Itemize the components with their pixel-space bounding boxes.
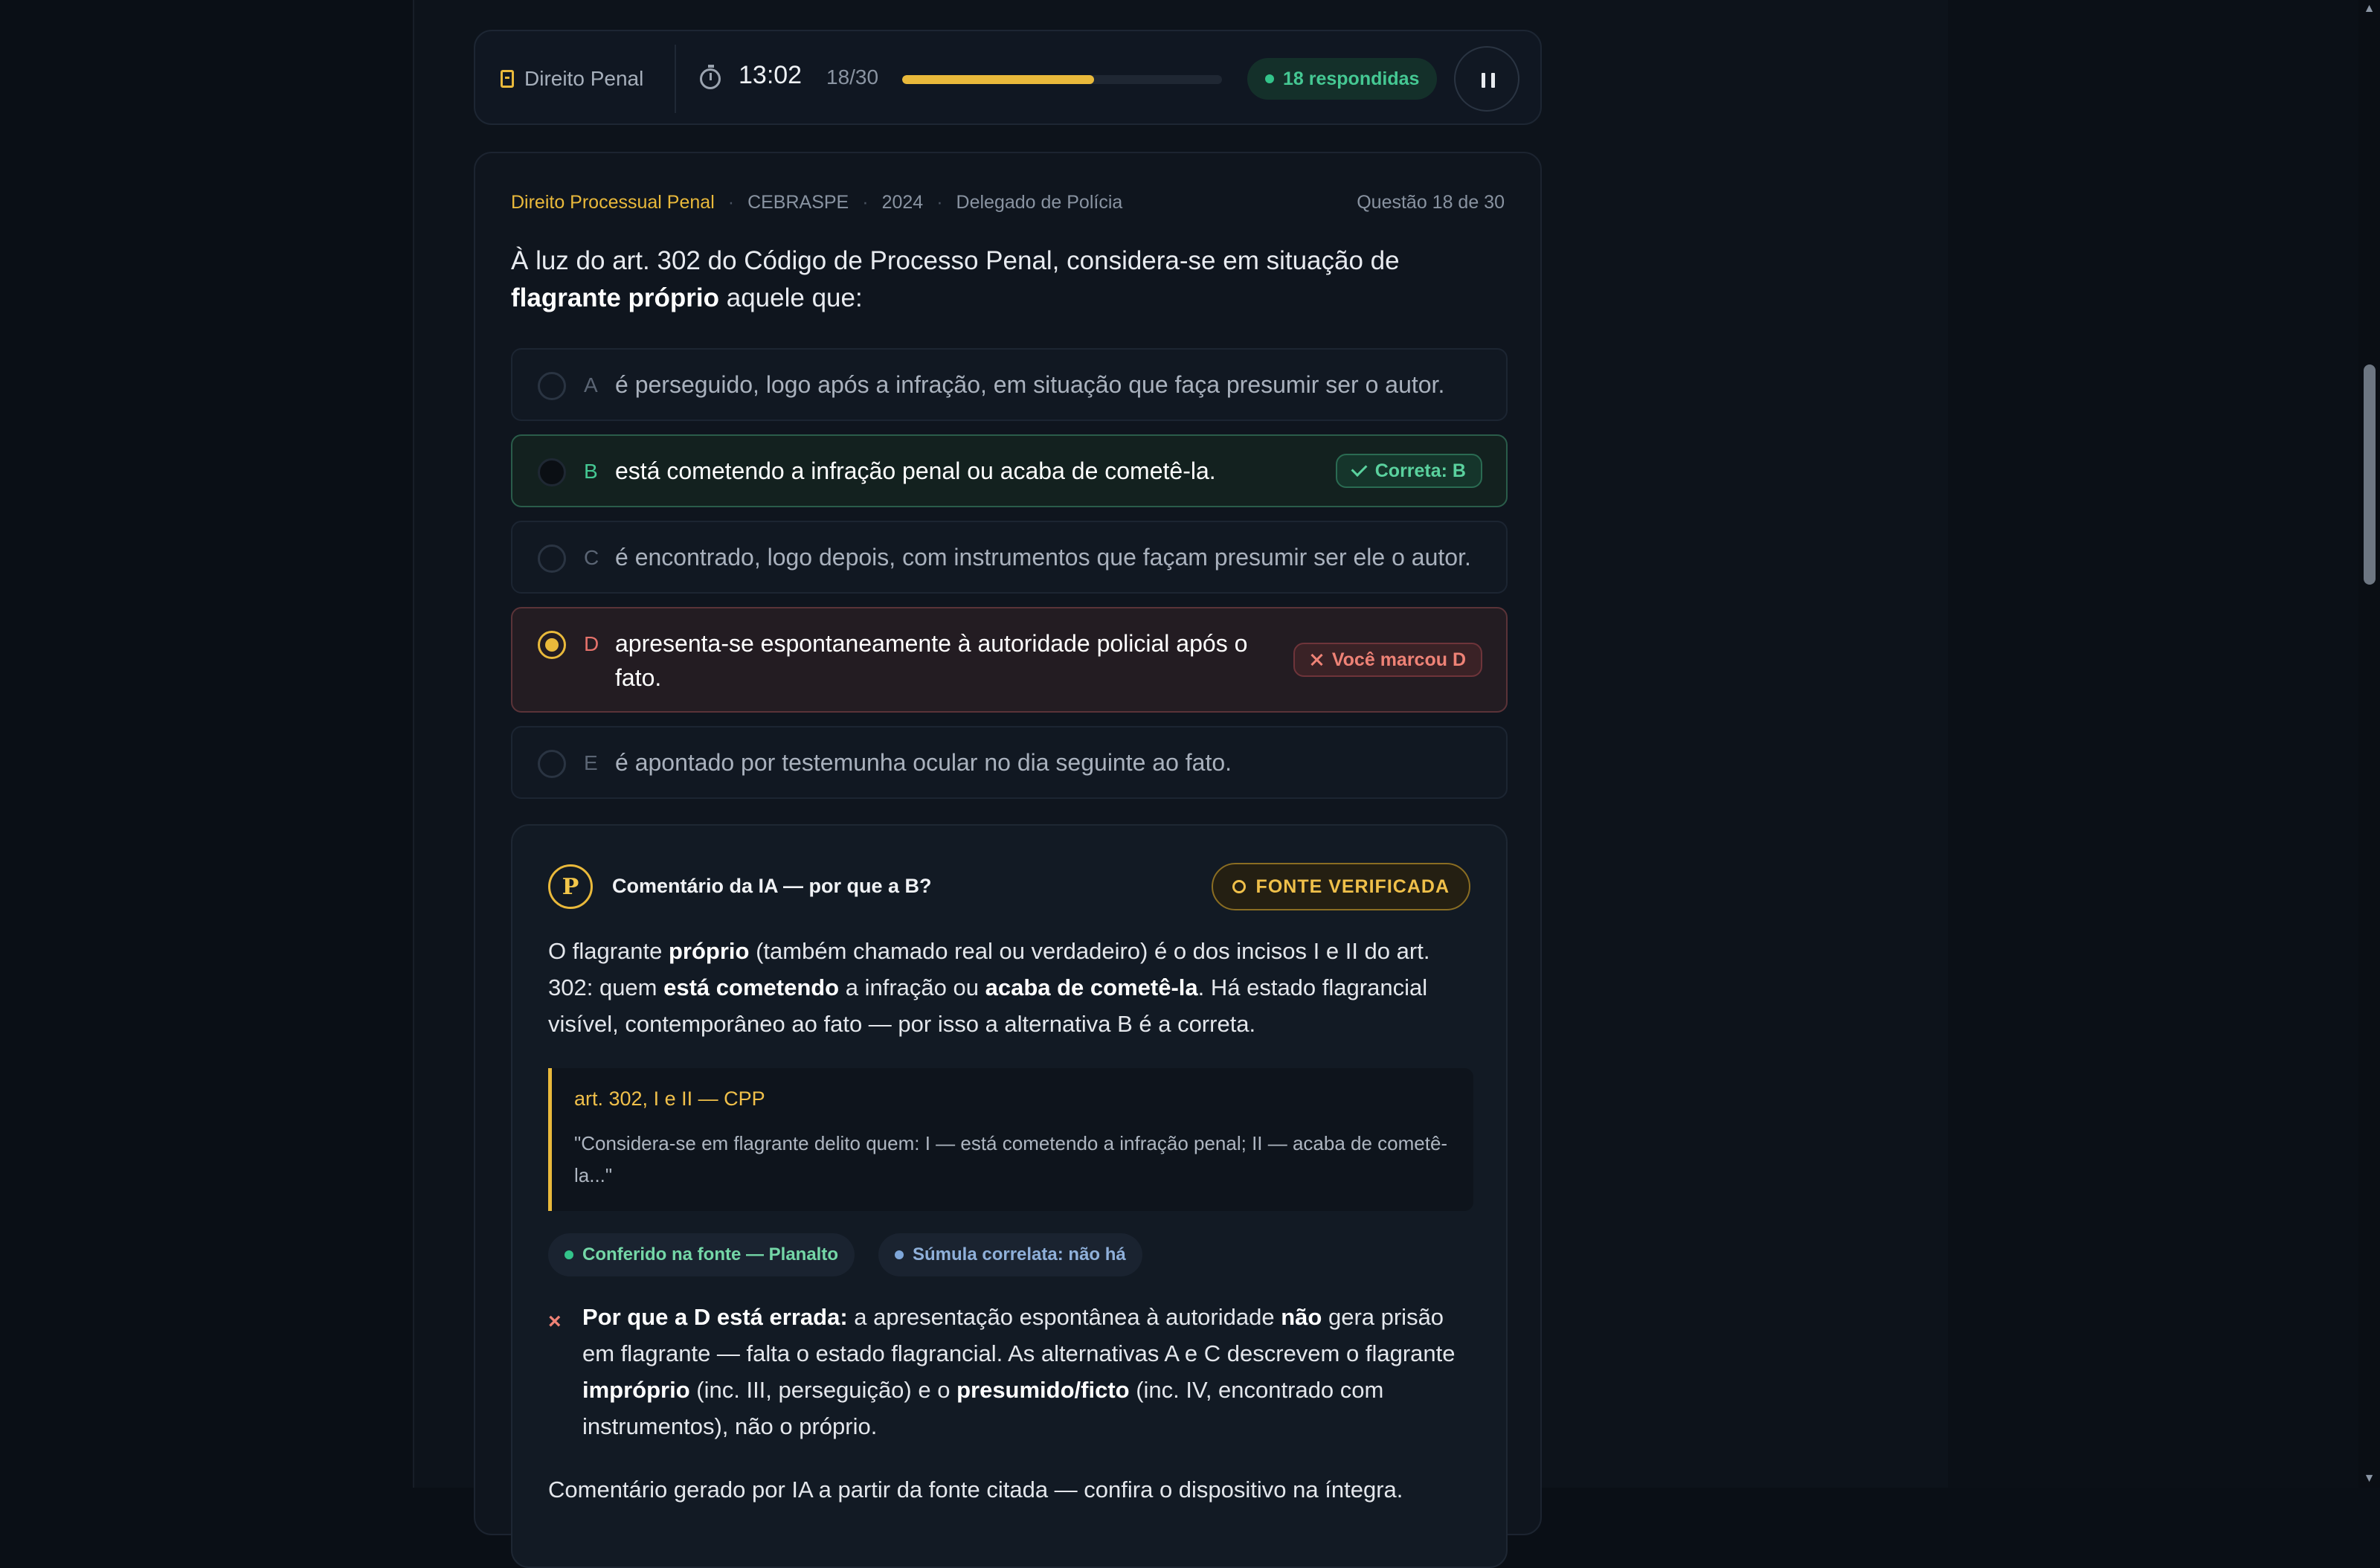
radio-button-selected[interactable] [538, 631, 566, 659]
legal-quote: art. 302, I e II — CPP "Considera-se em … [548, 1068, 1473, 1211]
option-text: é perseguido, logo após a infração, em s… [615, 371, 1445, 398]
question-counter: 18/30 [826, 65, 879, 89]
quiz-toolbar: Direito Penal 13:02 18/30 18 respondidas [474, 30, 1542, 125]
pause-icon [1482, 73, 1495, 88]
meta-separator: · [862, 192, 869, 213]
option-text: é apontado por testemunha ocular no dia … [615, 749, 1232, 776]
comment-text: a infração ou [839, 974, 985, 1000]
discipline-label: Direito Processual Penal [511, 192, 715, 213]
source-check-chip: Conferido na fonte — Planalto [548, 1233, 855, 1276]
your-answer-label: Você marcou D [1331, 649, 1466, 670]
radio-button[interactable] [538, 372, 566, 400]
pause-button[interactable] [1454, 46, 1519, 112]
why-text: a apresentação espontânea à autoridade [847, 1304, 1281, 1330]
sumula-label: Súmula correlata: não há [913, 1244, 1126, 1265]
timer-value: 13:02 [739, 61, 803, 89]
check-icon [1351, 460, 1368, 477]
year-label: 2024 [881, 192, 924, 213]
scrollbar[interactable]: ▲ ▼ [2358, 0, 2380, 1488]
stem-text: aquele que: [719, 283, 863, 312]
comment-title: Comentário da IA — por que a B? [612, 875, 932, 897]
sumula-chip: Súmula correlata: não há [878, 1233, 1142, 1276]
question-meta: Direito Processual Penal · CEBRASPE · 20… [511, 192, 1122, 213]
option-letter: E [584, 751, 598, 774]
answered-label: 18 respondidas [1283, 68, 1420, 89]
verified-icon [1232, 880, 1246, 893]
comment-text: O flagrante [548, 938, 669, 964]
meta-separator: · [936, 192, 943, 213]
position-label: Delegado de Polícia [956, 192, 1123, 213]
board-label: CEBRASPE [747, 192, 849, 213]
progress-bar-fill [902, 75, 1094, 84]
question-stem: À luz do art. 302 do Código de Processo … [511, 242, 1508, 317]
answered-badge: 18 respondidas [1247, 58, 1438, 100]
quote-reference: art. 302, I e II — CPP [574, 1087, 765, 1110]
divider [675, 45, 676, 113]
stem-text: À luz do art. 302 do Código de Processo … [511, 246, 1400, 275]
your-answer-badge: Você marcou D [1293, 643, 1482, 677]
correct-answer-label: Correta: B [1374, 460, 1466, 481]
verified-label: FONTE VERIFICADA [1255, 875, 1450, 897]
subject-label: Direito Penal [524, 67, 644, 90]
option-text: é encontrado, logo depois, com instrumen… [615, 544, 1471, 571]
question-card: Direito Processual Penal · CEBRASPE · 20… [474, 152, 1542, 1568]
ai-comment-panel: P Comentário da IA — por que a B? FONTE … [511, 824, 1508, 1568]
why-heading: Por que a D está errada: [582, 1304, 848, 1330]
status-dot-icon [565, 1250, 573, 1259]
option-letter: A [584, 373, 598, 396]
close-icon [1310, 653, 1323, 666]
radio-button[interactable] [538, 750, 566, 778]
why-emphasis: impróprio [582, 1377, 690, 1403]
scroll-down-arrow[interactable]: ▼ [2358, 1470, 2380, 1488]
scrollbar-thumb[interactable] [2364, 364, 2376, 585]
comment-emphasis: acaba de cometê-la [985, 974, 1198, 1000]
meta-separator: · [727, 192, 735, 213]
book-icon [501, 70, 514, 88]
comment-body: O flagrante próprio (também chamado real… [548, 933, 1456, 1042]
question-number: Questão 18 de 30 [1357, 192, 1505, 213]
progress-bar [902, 75, 1222, 84]
option-a[interactable]: A é perseguido, logo após a infração, em… [511, 348, 1508, 421]
option-letter: C [584, 546, 599, 569]
status-dot-icon [1265, 74, 1274, 83]
option-d[interactable]: D apresenta-se espontaneamente à autorid… [511, 607, 1508, 713]
quote-text: "Considera-se em flagrante delito quem: … [574, 1132, 1448, 1186]
why-text: (inc. III, perseguição) e o [689, 1377, 957, 1403]
option-b[interactable]: B está cometendo a infração penal ou aca… [511, 434, 1508, 507]
source-check-label: Conferido na fonte — Planalto [582, 1244, 839, 1265]
ai-disclaimer: Comentário gerado por IA a partir da fon… [548, 1477, 1403, 1503]
option-e[interactable]: E é apontado por testemunha ocular no di… [511, 726, 1508, 799]
option-c[interactable]: C é encontrado, logo depois, com instrum… [511, 521, 1508, 594]
option-letter: D [584, 632, 599, 655]
why-wrong-explanation: Por que a D está errada: a apresentação … [582, 1299, 1467, 1445]
ai-avatar: P [548, 864, 593, 909]
option-letter: B [584, 460, 598, 483]
subject-indicator: Direito Penal [501, 31, 643, 126]
why-emphasis: não [1281, 1304, 1322, 1330]
radio-button[interactable] [538, 458, 566, 486]
radio-button[interactable] [538, 544, 566, 573]
side-panel [1948, 0, 2358, 1488]
option-text: está cometendo a infração penal ou acaba… [615, 457, 1216, 484]
scroll-up-arrow[interactable]: ▲ [2358, 0, 2380, 18]
status-dot-icon [895, 1250, 904, 1259]
comment-emphasis: próprio [668, 938, 750, 964]
verified-source-badge: FONTE VERIFICADA [1211, 863, 1470, 910]
comment-emphasis: está cometendo [663, 974, 840, 1000]
correct-answer-badge: Correta: B [1335, 454, 1482, 488]
option-text: apresenta-se espontaneamente à autoridad… [615, 630, 1248, 691]
why-emphasis: presumido/ficto [956, 1377, 1130, 1403]
stem-emphasis: flagrante próprio [511, 283, 720, 312]
timer-icon [700, 65, 721, 89]
wrong-icon: × [548, 1309, 562, 1334]
